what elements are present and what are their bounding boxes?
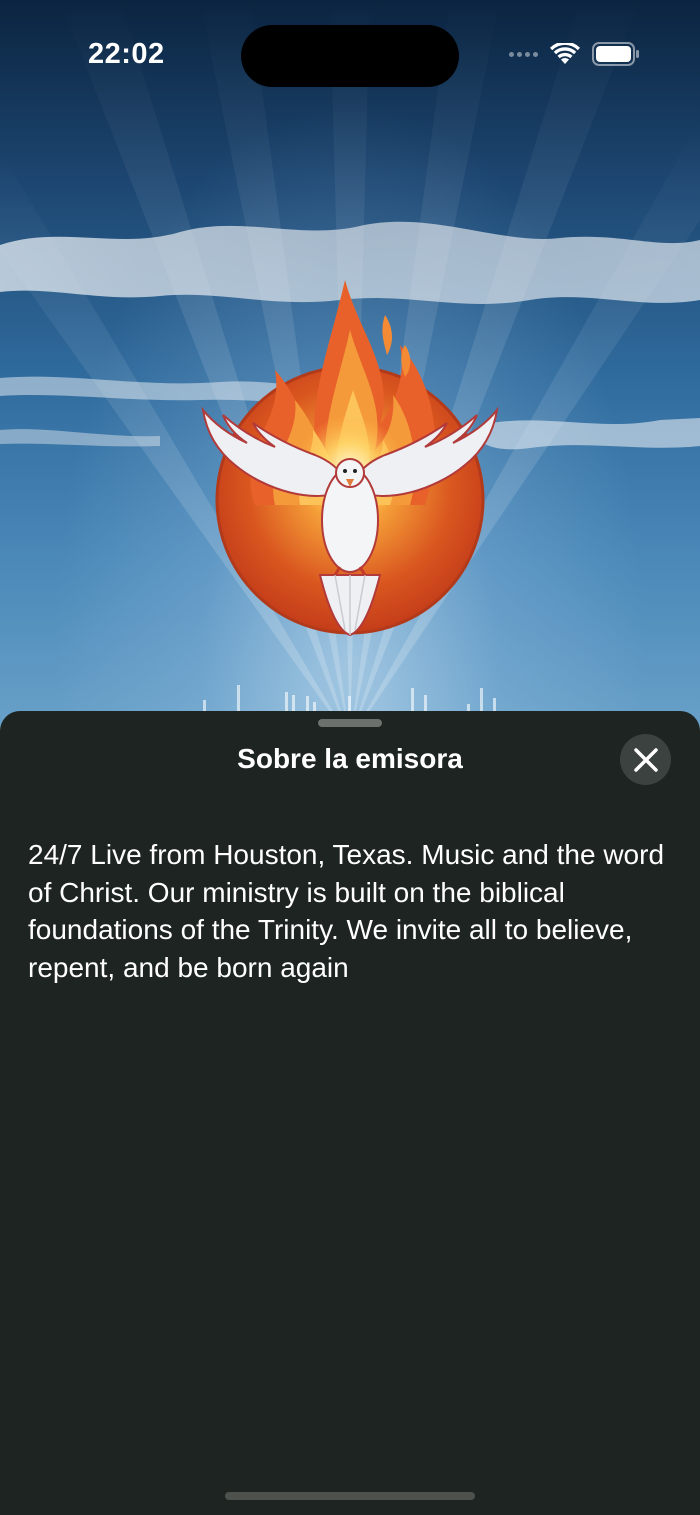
- audio-equalizer-icon: [203, 685, 496, 712]
- signal-dots-icon: [509, 51, 538, 57]
- close-button[interactable]: [620, 734, 671, 785]
- sheet-title: Sobre la emisora: [237, 743, 463, 774]
- station-description: 24/7 Live from Houston, Texas. Music and…: [28, 839, 665, 983]
- dynamic-island: [241, 25, 459, 87]
- status-time: 22:02: [88, 38, 165, 70]
- flaming-dove-logo-icon: [201, 280, 499, 637]
- about-station-sheet: Sobre la emisora 24/7 Live from Houston,…: [0, 711, 700, 1515]
- home-indicator[interactable]: [225, 1492, 475, 1500]
- sheet-grabber[interactable]: [318, 719, 382, 727]
- wifi-icon: [550, 43, 580, 64]
- battery-icon: [592, 42, 639, 66]
- status-icons: [509, 42, 640, 66]
- close-icon: [633, 747, 658, 772]
- app-screen: 22:02 Sobre la emisora 24/7 Live from Ho…: [0, 0, 700, 1515]
